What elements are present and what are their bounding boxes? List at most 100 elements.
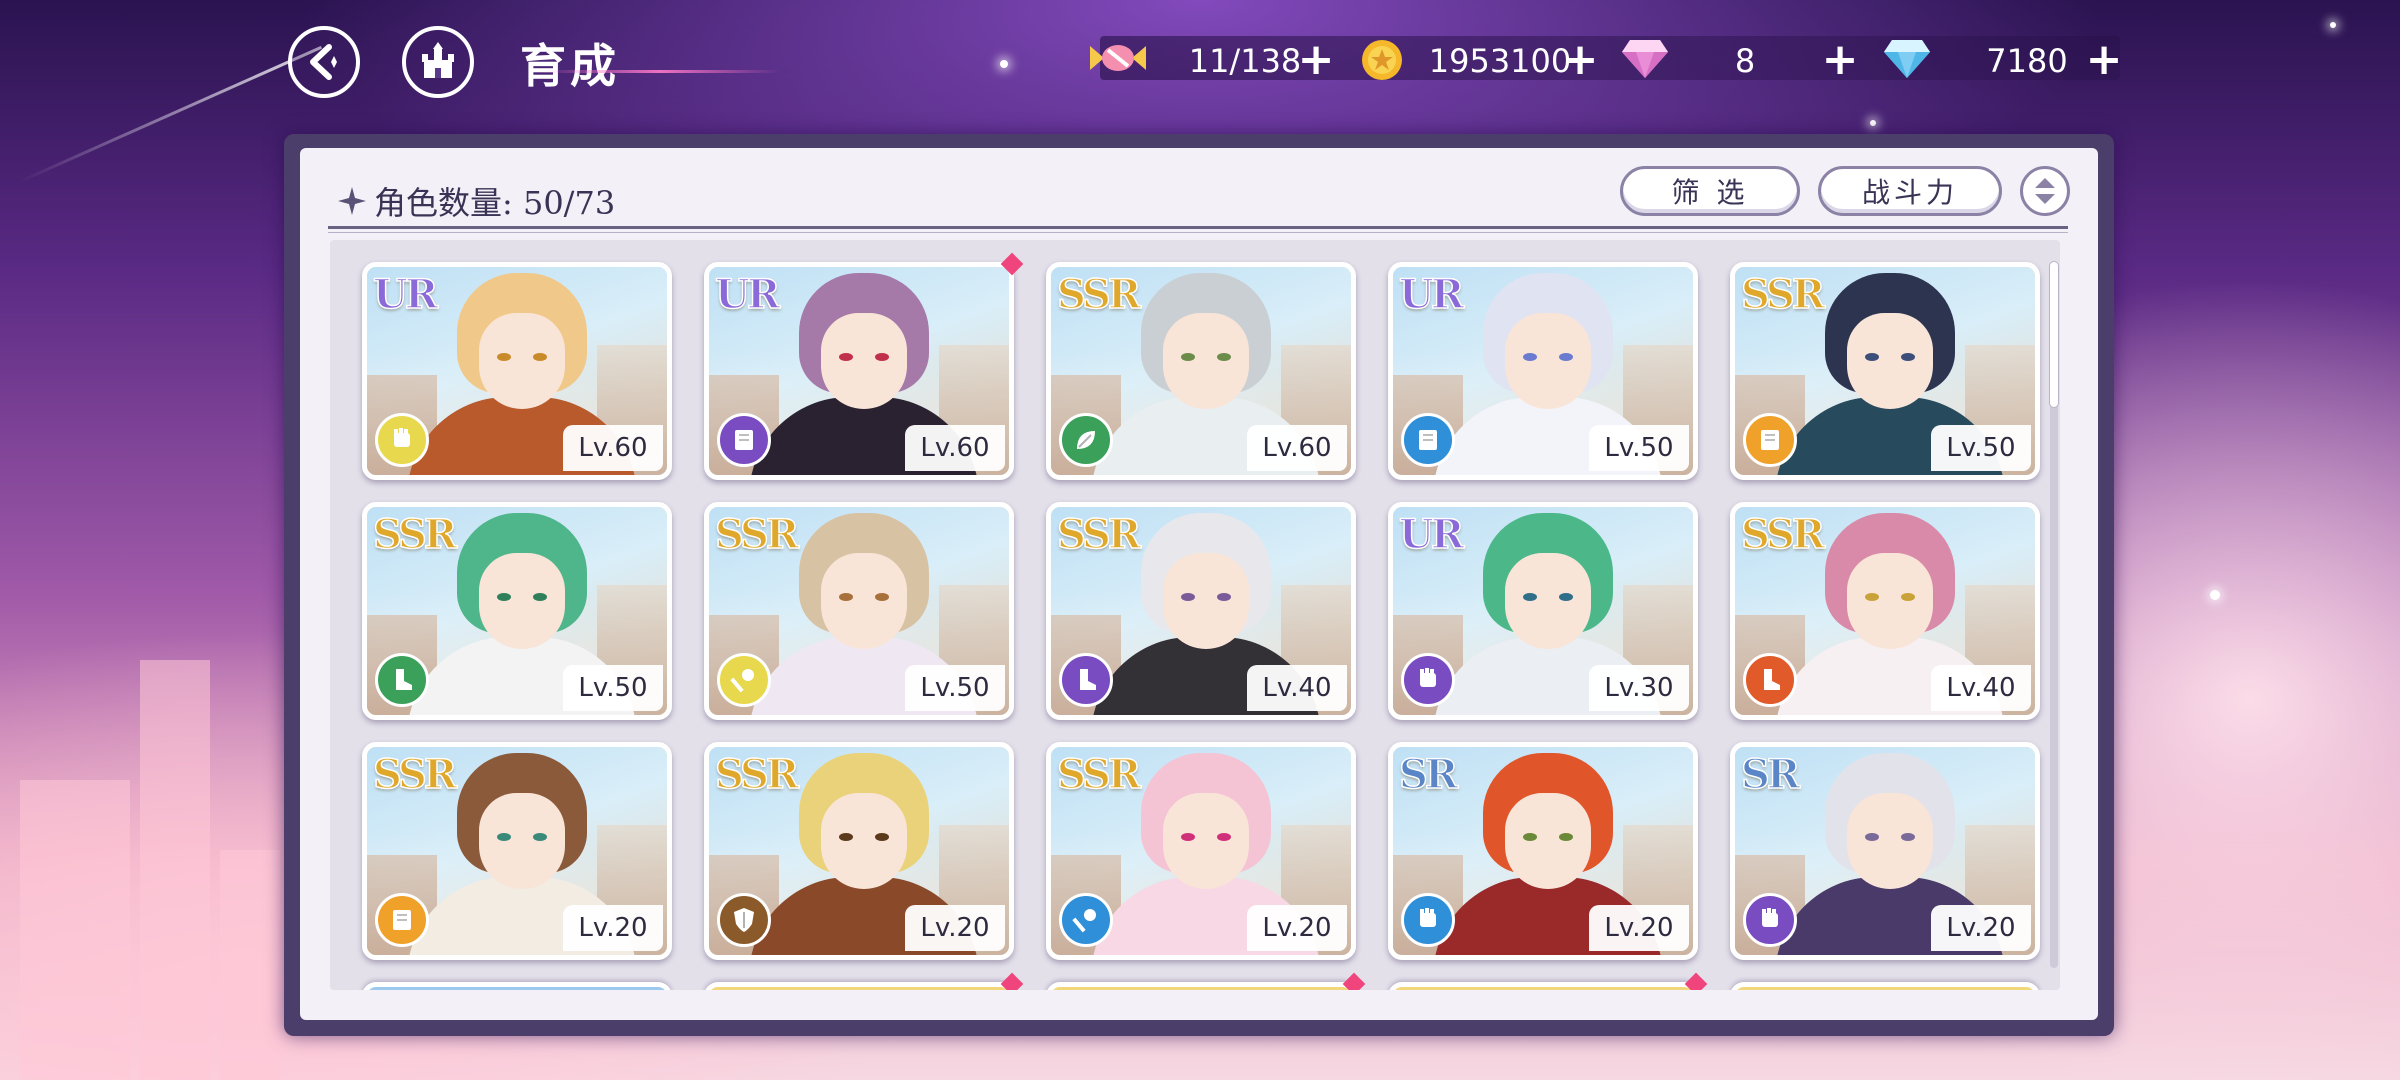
fist-icon [1743, 893, 1797, 947]
character-portrait-eye [1523, 593, 1537, 601]
character-card[interactable]: UR Lv.30 [1388, 502, 1698, 720]
back-arrow-icon [310, 44, 337, 80]
character-count-label: 角色数量: 50/73 [374, 184, 616, 222]
character-portrait-eye [1559, 353, 1573, 361]
book-icon [1401, 413, 1455, 467]
rarity-badge: UR [1398, 270, 1465, 319]
filter-button[interactable]: 筛 选 [1620, 166, 1800, 216]
character-portrait-face [1847, 793, 1933, 889]
character-card-partial[interactable] [704, 982, 1014, 990]
shield-icon [717, 893, 771, 947]
pink-gem-value: 8 [1734, 42, 1756, 80]
character-portrait-eye [1901, 353, 1915, 361]
wand-icon [1059, 893, 1113, 947]
character-portrait-face [1847, 313, 1933, 409]
character-portrait-eye [1181, 833, 1195, 841]
rarity-badge: SSR [372, 510, 458, 559]
character-portrait-eye [839, 353, 853, 361]
character-portrait-eye [1865, 593, 1879, 601]
character-portrait-face [479, 313, 565, 409]
character-portrait-eye [533, 593, 547, 601]
pink-diamond-icon [1620, 36, 1670, 86]
castle-icon [422, 42, 454, 78]
character-portrait-eye [497, 353, 511, 361]
fist-icon [375, 413, 429, 467]
rarity-badge: SSR [1740, 270, 1826, 319]
add-gold-button[interactable]: + [1558, 38, 1602, 82]
scrollbar-thumb[interactable] [2050, 262, 2058, 407]
character-portrait-eye [1559, 833, 1573, 841]
character-count: 角色数量: 50/73 [338, 178, 615, 224]
character-card[interactable]: SSR Lv.20 [362, 742, 672, 960]
character-card[interactable]: SSR Lv.40 [1046, 502, 1356, 720]
character-portrait-eye [497, 593, 511, 601]
character-portrait-eye [1217, 353, 1231, 361]
level-label: Lv.40 [1247, 665, 1347, 711]
add-candy-button[interactable]: + [1294, 38, 1338, 82]
character-card-partial[interactable] [1388, 982, 1698, 990]
background-star [2210, 590, 2220, 600]
sort-arrows-icon [2035, 178, 2055, 204]
castle-silhouette [220, 850, 280, 1080]
book-icon [717, 413, 771, 467]
character-card[interactable]: SR Lv.20 [1730, 742, 2040, 960]
character-portrait-face [1163, 313, 1249, 409]
back-button[interactable] [288, 26, 360, 98]
character-card[interactable]: SSR Lv.40 [1730, 502, 2040, 720]
character-card[interactable]: UR Lv.60 [362, 262, 672, 480]
rarity-badge: SSR [372, 750, 458, 799]
resource-pink-gem: 8 + [1620, 30, 1870, 90]
character-card[interactable]: SSR Lv.20 [704, 742, 1014, 960]
book-icon [375, 893, 429, 947]
character-card[interactable]: SSR Lv.50 [1730, 262, 2040, 480]
fist-icon [1401, 893, 1455, 947]
rarity-badge: SSR [1056, 270, 1142, 319]
level-label: Lv.20 [1589, 905, 1689, 951]
boot-icon [1743, 653, 1797, 707]
character-card[interactable]: SR Lv.20 [1388, 742, 1698, 960]
sort-order-button[interactable] [2020, 166, 2070, 216]
character-portrait-face [821, 553, 907, 649]
character-portrait-face [1163, 793, 1249, 889]
header-divider-thin [328, 232, 2068, 233]
resource-candy: 11/138 + [1088, 30, 1338, 90]
character-card[interactable]: SSR Lv.60 [1046, 262, 1356, 480]
home-button[interactable] [402, 26, 474, 98]
character-portrait-eye [839, 593, 853, 601]
rarity-badge: UR [714, 270, 781, 319]
character-portrait-face [479, 793, 565, 889]
new-indicator-diamond [1684, 972, 1708, 990]
character-card[interactable]: SSR Lv.50 [362, 502, 672, 720]
character-card[interactable]: UR Lv.50 [1388, 262, 1698, 480]
character-portrait-eye [1181, 593, 1195, 601]
level-label: Lv.50 [905, 665, 1005, 711]
character-card-partial[interactable] [362, 982, 672, 990]
character-portrait-eye [1181, 353, 1195, 361]
background-star [1870, 120, 1876, 126]
candy-icon [1088, 36, 1148, 88]
character-portrait-eye [1217, 833, 1231, 841]
level-label: Lv.20 [1247, 905, 1347, 951]
character-card-partial[interactable] [1730, 982, 2040, 990]
candy-value: 11/138 [1188, 42, 1302, 80]
add-pink-gem-button[interactable]: + [1818, 38, 1862, 82]
character-card[interactable]: UR Lv.60 [704, 262, 1014, 480]
wand-icon [717, 653, 771, 707]
rarity-badge: SR [1740, 750, 1801, 799]
character-portrait-eye [533, 833, 547, 841]
new-indicator-diamond [1000, 972, 1024, 990]
level-label: Lv.60 [1247, 425, 1347, 471]
add-blue-gem-button[interactable]: + [2082, 38, 2126, 82]
character-card[interactable]: SSR Lv.20 [1046, 742, 1356, 960]
sort-power-button[interactable]: 战斗力 [1818, 166, 2002, 216]
character-portrait-face [821, 793, 907, 889]
character-grid[interactable]: UR Lv.60 UR Lv.60 SSR Lv.60 UR Lv.50 SSR Lv.50 SSR… [330, 240, 2060, 990]
level-label: Lv.50 [1931, 425, 2031, 471]
book-icon [1743, 413, 1797, 467]
rarity-badge: SSR [1056, 510, 1142, 559]
character-card[interactable]: SSR Lv.50 [704, 502, 1014, 720]
level-label: Lv.20 [563, 905, 663, 951]
character-portrait-face [821, 313, 907, 409]
level-label: Lv.60 [905, 425, 1005, 471]
character-card-partial[interactable] [1046, 982, 1356, 990]
